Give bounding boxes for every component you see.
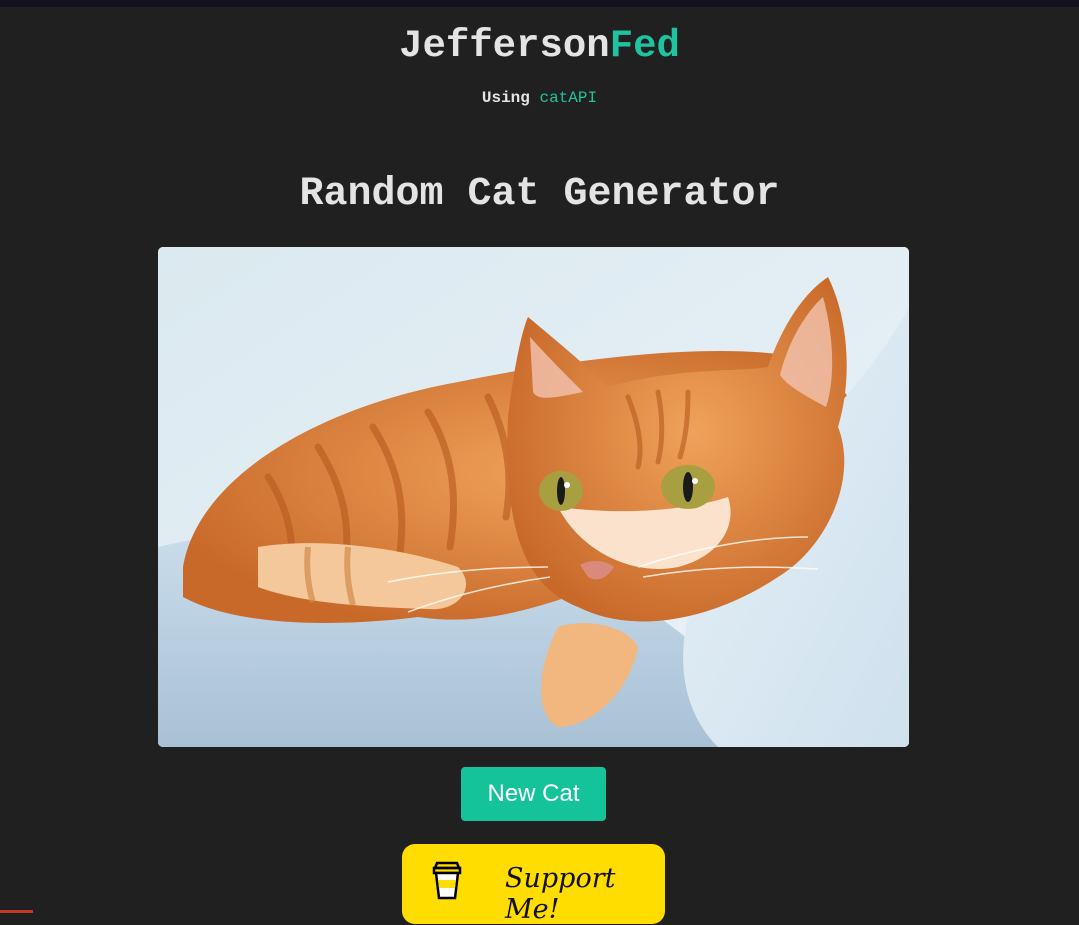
page-title: Random Cat Generator	[299, 172, 780, 217]
support-me-button[interactable]: Support Me!	[402, 844, 665, 925]
api-credit: Using catAPI	[0, 89, 1079, 107]
api-credit-prefix: Using	[481, 89, 530, 107]
brand-logo[interactable]: JeffersonFed	[0, 24, 1079, 68]
top-bar	[0, 0, 1079, 7]
brand-name-part2: Fed	[609, 24, 680, 68]
coffee-cup-icon	[430, 860, 464, 905]
new-cat-button[interactable]: New Cat	[461, 767, 606, 821]
brand-name-part1: Jefferson	[399, 24, 610, 68]
cat-api-link[interactable]: catAPI	[540, 89, 598, 107]
cat-image	[158, 247, 909, 747]
support-me-label: Support Me!	[505, 863, 616, 925]
